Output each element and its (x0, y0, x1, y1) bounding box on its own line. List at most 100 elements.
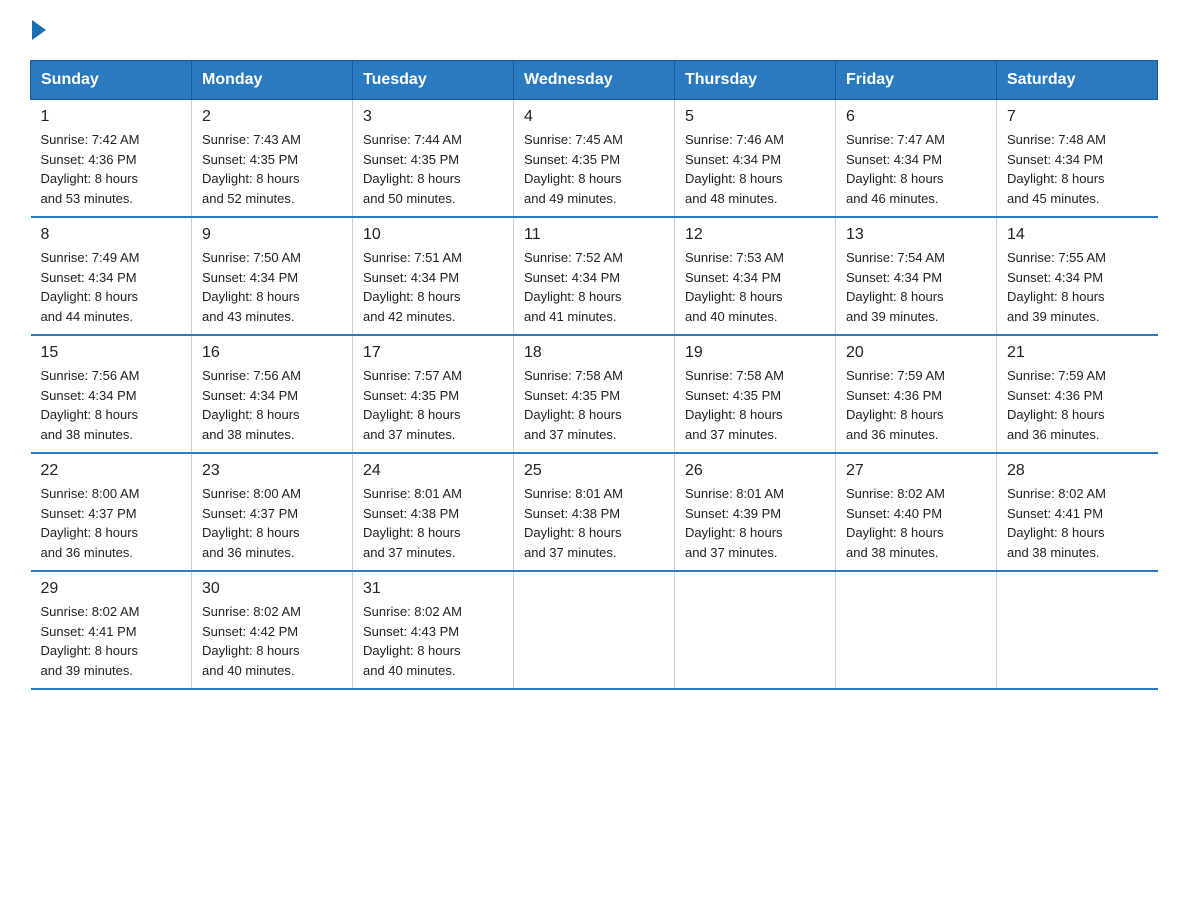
day-info: Sunrise: 7:48 AM Sunset: 4:34 PM Dayligh… (1007, 130, 1148, 208)
calendar-cell: 19 Sunrise: 7:58 AM Sunset: 4:35 PM Dayl… (675, 335, 836, 453)
calendar-cell: 28 Sunrise: 8:02 AM Sunset: 4:41 PM Dayl… (997, 453, 1158, 571)
calendar-cell: 1 Sunrise: 7:42 AM Sunset: 4:36 PM Dayli… (31, 100, 192, 218)
calendar-cell: 15 Sunrise: 7:56 AM Sunset: 4:34 PM Dayl… (31, 335, 192, 453)
calendar-cell: 30 Sunrise: 8:02 AM Sunset: 4:42 PM Dayl… (192, 571, 353, 689)
day-number: 8 (41, 226, 182, 244)
calendar-header-row: SundayMondayTuesdayWednesdayThursdayFrid… (31, 61, 1158, 100)
calendar-cell: 31 Sunrise: 8:02 AM Sunset: 4:43 PM Dayl… (353, 571, 514, 689)
calendar-cell: 26 Sunrise: 8:01 AM Sunset: 4:39 PM Dayl… (675, 453, 836, 571)
day-info: Sunrise: 7:58 AM Sunset: 4:35 PM Dayligh… (685, 366, 825, 444)
calendar-cell: 5 Sunrise: 7:46 AM Sunset: 4:34 PM Dayli… (675, 100, 836, 218)
day-number: 13 (846, 226, 986, 244)
day-number: 9 (202, 226, 342, 244)
day-info: Sunrise: 7:59 AM Sunset: 4:36 PM Dayligh… (1007, 366, 1148, 444)
day-number: 18 (524, 344, 664, 362)
day-info: Sunrise: 8:02 AM Sunset: 4:42 PM Dayligh… (202, 602, 342, 680)
calendar-cell (997, 571, 1158, 689)
calendar-cell: 14 Sunrise: 7:55 AM Sunset: 4:34 PM Dayl… (997, 217, 1158, 335)
day-number: 21 (1007, 344, 1148, 362)
day-number: 31 (363, 580, 503, 598)
day-number: 10 (363, 226, 503, 244)
day-info: Sunrise: 7:53 AM Sunset: 4:34 PM Dayligh… (685, 248, 825, 326)
calendar-week-4: 22 Sunrise: 8:00 AM Sunset: 4:37 PM Dayl… (31, 453, 1158, 571)
calendar-cell: 27 Sunrise: 8:02 AM Sunset: 4:40 PM Dayl… (836, 453, 997, 571)
day-info: Sunrise: 8:01 AM Sunset: 4:39 PM Dayligh… (685, 484, 825, 562)
calendar-cell: 11 Sunrise: 7:52 AM Sunset: 4:34 PM Dayl… (514, 217, 675, 335)
calendar-cell: 21 Sunrise: 7:59 AM Sunset: 4:36 PM Dayl… (997, 335, 1158, 453)
calendar-cell: 24 Sunrise: 8:01 AM Sunset: 4:38 PM Dayl… (353, 453, 514, 571)
day-info: Sunrise: 8:00 AM Sunset: 4:37 PM Dayligh… (41, 484, 182, 562)
calendar-cell: 18 Sunrise: 7:58 AM Sunset: 4:35 PM Dayl… (514, 335, 675, 453)
day-info: Sunrise: 7:43 AM Sunset: 4:35 PM Dayligh… (202, 130, 342, 208)
calendar-cell: 4 Sunrise: 7:45 AM Sunset: 4:35 PM Dayli… (514, 100, 675, 218)
day-info: Sunrise: 7:59 AM Sunset: 4:36 PM Dayligh… (846, 366, 986, 444)
calendar-cell: 2 Sunrise: 7:43 AM Sunset: 4:35 PM Dayli… (192, 100, 353, 218)
day-info: Sunrise: 8:01 AM Sunset: 4:38 PM Dayligh… (524, 484, 664, 562)
day-number: 17 (363, 344, 503, 362)
day-info: Sunrise: 7:45 AM Sunset: 4:35 PM Dayligh… (524, 130, 664, 208)
calendar-cell: 6 Sunrise: 7:47 AM Sunset: 4:34 PM Dayli… (836, 100, 997, 218)
calendar-cell: 12 Sunrise: 7:53 AM Sunset: 4:34 PM Dayl… (675, 217, 836, 335)
day-info: Sunrise: 7:46 AM Sunset: 4:34 PM Dayligh… (685, 130, 825, 208)
day-number: 24 (363, 462, 503, 480)
header-thursday: Thursday (675, 61, 836, 100)
day-info: Sunrise: 7:56 AM Sunset: 4:34 PM Dayligh… (202, 366, 342, 444)
day-info: Sunrise: 7:44 AM Sunset: 4:35 PM Dayligh… (363, 130, 503, 208)
day-info: Sunrise: 7:51 AM Sunset: 4:34 PM Dayligh… (363, 248, 503, 326)
calendar-cell: 9 Sunrise: 7:50 AM Sunset: 4:34 PM Dayli… (192, 217, 353, 335)
day-number: 23 (202, 462, 342, 480)
calendar-cell: 13 Sunrise: 7:54 AM Sunset: 4:34 PM Dayl… (836, 217, 997, 335)
header-saturday: Saturday (997, 61, 1158, 100)
calendar-cell: 22 Sunrise: 8:00 AM Sunset: 4:37 PM Dayl… (31, 453, 192, 571)
day-number: 3 (363, 108, 503, 126)
day-number: 11 (524, 226, 664, 244)
day-info: Sunrise: 7:50 AM Sunset: 4:34 PM Dayligh… (202, 248, 342, 326)
day-number: 1 (41, 108, 182, 126)
calendar-week-3: 15 Sunrise: 7:56 AM Sunset: 4:34 PM Dayl… (31, 335, 1158, 453)
logo-arrow-icon (32, 20, 46, 40)
day-number: 4 (524, 108, 664, 126)
day-info: Sunrise: 7:42 AM Sunset: 4:36 PM Dayligh… (41, 130, 182, 208)
calendar-cell: 17 Sunrise: 7:57 AM Sunset: 4:35 PM Dayl… (353, 335, 514, 453)
day-info: Sunrise: 8:02 AM Sunset: 4:41 PM Dayligh… (41, 602, 182, 680)
header-wednesday: Wednesday (514, 61, 675, 100)
calendar-cell: 8 Sunrise: 7:49 AM Sunset: 4:34 PM Dayli… (31, 217, 192, 335)
header-tuesday: Tuesday (353, 61, 514, 100)
day-number: 7 (1007, 108, 1148, 126)
calendar-cell (675, 571, 836, 689)
calendar-week-5: 29 Sunrise: 8:02 AM Sunset: 4:41 PM Dayl… (31, 571, 1158, 689)
day-number: 30 (202, 580, 342, 598)
calendar-cell: 25 Sunrise: 8:01 AM Sunset: 4:38 PM Dayl… (514, 453, 675, 571)
day-number: 27 (846, 462, 986, 480)
day-info: Sunrise: 7:58 AM Sunset: 4:35 PM Dayligh… (524, 366, 664, 444)
day-number: 29 (41, 580, 182, 598)
page-header (30, 20, 1158, 40)
day-info: Sunrise: 7:56 AM Sunset: 4:34 PM Dayligh… (41, 366, 182, 444)
calendar-cell: 10 Sunrise: 7:51 AM Sunset: 4:34 PM Dayl… (353, 217, 514, 335)
calendar-cell: 7 Sunrise: 7:48 AM Sunset: 4:34 PM Dayli… (997, 100, 1158, 218)
day-number: 20 (846, 344, 986, 362)
day-info: Sunrise: 8:01 AM Sunset: 4:38 PM Dayligh… (363, 484, 503, 562)
day-info: Sunrise: 7:54 AM Sunset: 4:34 PM Dayligh… (846, 248, 986, 326)
day-number: 6 (846, 108, 986, 126)
day-number: 14 (1007, 226, 1148, 244)
day-info: Sunrise: 8:02 AM Sunset: 4:43 PM Dayligh… (363, 602, 503, 680)
day-number: 15 (41, 344, 182, 362)
calendar-cell: 23 Sunrise: 8:00 AM Sunset: 4:37 PM Dayl… (192, 453, 353, 571)
day-number: 22 (41, 462, 182, 480)
calendar-table: SundayMondayTuesdayWednesdayThursdayFrid… (30, 60, 1158, 690)
calendar-week-1: 1 Sunrise: 7:42 AM Sunset: 4:36 PM Dayli… (31, 100, 1158, 218)
calendar-cell: 16 Sunrise: 7:56 AM Sunset: 4:34 PM Dayl… (192, 335, 353, 453)
calendar-week-2: 8 Sunrise: 7:49 AM Sunset: 4:34 PM Dayli… (31, 217, 1158, 335)
header-friday: Friday (836, 61, 997, 100)
day-info: Sunrise: 7:47 AM Sunset: 4:34 PM Dayligh… (846, 130, 986, 208)
day-info: Sunrise: 8:00 AM Sunset: 4:37 PM Dayligh… (202, 484, 342, 562)
day-info: Sunrise: 7:55 AM Sunset: 4:34 PM Dayligh… (1007, 248, 1148, 326)
header-sunday: Sunday (31, 61, 192, 100)
day-info: Sunrise: 7:52 AM Sunset: 4:34 PM Dayligh… (524, 248, 664, 326)
day-info: Sunrise: 7:57 AM Sunset: 4:35 PM Dayligh… (363, 366, 503, 444)
calendar-cell (836, 571, 997, 689)
day-info: Sunrise: 8:02 AM Sunset: 4:40 PM Dayligh… (846, 484, 986, 562)
day-number: 25 (524, 462, 664, 480)
calendar-cell: 20 Sunrise: 7:59 AM Sunset: 4:36 PM Dayl… (836, 335, 997, 453)
